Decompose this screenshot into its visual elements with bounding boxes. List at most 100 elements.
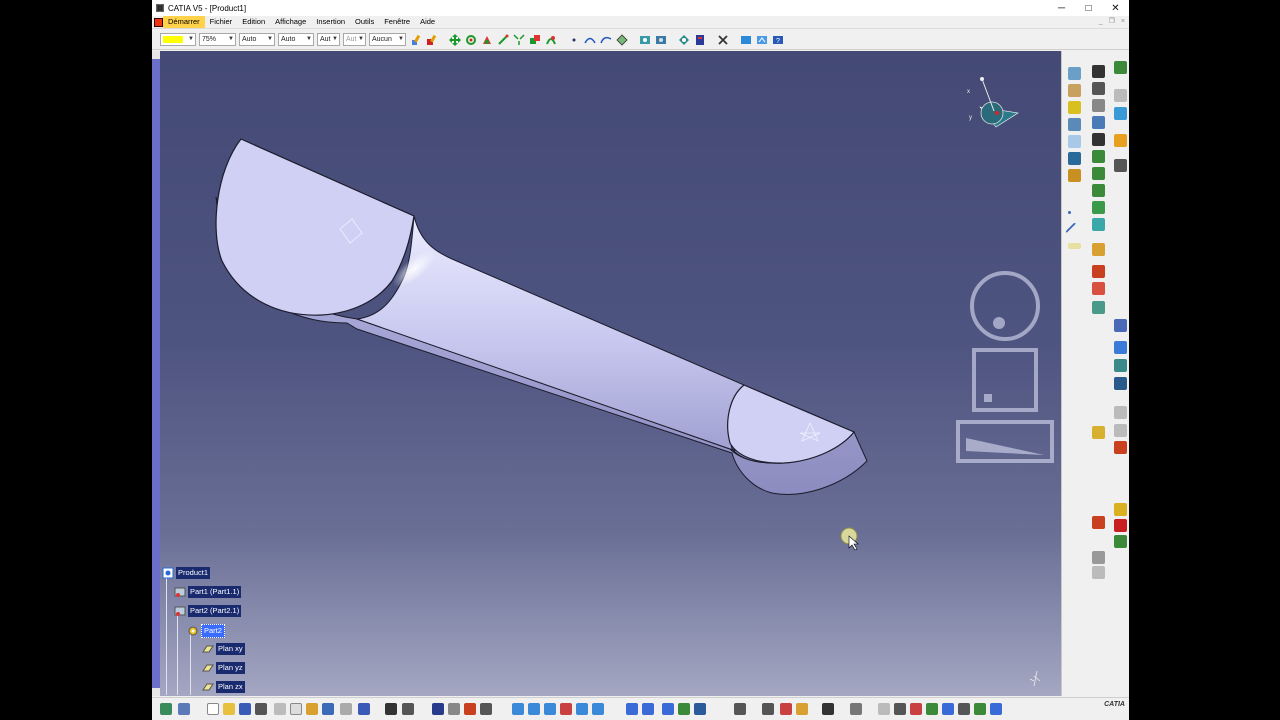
- close-button[interactable]: ✕: [1102, 0, 1129, 16]
- fit-all-icon[interactable]: [528, 703, 540, 715]
- save-icon[interactable]: [239, 703, 251, 715]
- menu-affichage[interactable]: Affichage: [270, 16, 311, 28]
- tree-node-plan-xy[interactable]: Plan xy: [202, 643, 245, 655]
- camera-icon[interactable]: [822, 703, 834, 715]
- thickness-icon[interactable]: [1092, 167, 1105, 180]
- graph-icon[interactable]: [755, 33, 769, 47]
- thickness-select[interactable]: Auto ▼: [278, 33, 314, 46]
- profile-icon[interactable]: [1092, 82, 1105, 95]
- groove-icon[interactable]: [1068, 118, 1081, 131]
- transparency-select[interactable]: 75% ▼: [199, 33, 236, 46]
- product-icon[interactable]: [178, 703, 190, 715]
- pad-icon[interactable]: [1068, 67, 1081, 80]
- analysis-icon[interactable]: [1114, 159, 1127, 172]
- tree-node-plan-yz[interactable]: Plan yz: [202, 662, 245, 674]
- snap-icon[interactable]: [926, 703, 938, 715]
- properties-icon[interactable]: [850, 703, 862, 715]
- translation-icon[interactable]: [1092, 243, 1105, 256]
- axis-system-icon[interactable]: [1114, 89, 1127, 102]
- analysis-icon[interactable]: [780, 703, 792, 715]
- mdi-restore-button[interactable]: ❐: [1109, 16, 1115, 28]
- curve-icon[interactable]: [599, 33, 613, 47]
- linetype-select[interactable]: Auto ▼: [239, 33, 275, 46]
- paste-icon[interactable]: [306, 703, 318, 715]
- shell-icon[interactable]: [1092, 150, 1105, 163]
- menu-outils[interactable]: Outils: [350, 16, 379, 28]
- copy-icon[interactable]: [290, 703, 302, 715]
- clash-icon[interactable]: [528, 33, 542, 47]
- workbench-icon[interactable]: [160, 703, 172, 715]
- tree-node-part2[interactable]: Part2: [187, 624, 225, 638]
- grid-icon[interactable]: [910, 703, 922, 715]
- edge-fillet-icon[interactable]: [1092, 99, 1105, 112]
- iso-view-icon[interactable]: [642, 703, 654, 715]
- menu-aide[interactable]: Aide: [415, 16, 440, 28]
- zoom-in-icon[interactable]: [576, 703, 588, 715]
- rotation-icon[interactable]: [1092, 265, 1105, 278]
- maximize-button[interactable]: □: [1075, 0, 1102, 16]
- measure-icon[interactable]: [693, 33, 707, 47]
- plane-icon[interactable]: [1068, 243, 1081, 249]
- 3d-viewport[interactable]: x y Product1 Part1 (Part1.1) Part2 (Part…: [152, 51, 1061, 696]
- render-icon[interactable]: [1114, 503, 1127, 516]
- tree-node-part1[interactable]: Part1 (Part1.1): [174, 586, 242, 598]
- pocket-icon[interactable]: [1068, 84, 1081, 97]
- material-library-icon[interactable]: [1114, 519, 1127, 532]
- analysis-icon[interactable]: [654, 33, 668, 47]
- explode-icon[interactable]: [512, 33, 526, 47]
- surface-icon[interactable]: [1114, 107, 1127, 120]
- line-icon[interactable]: [1065, 222, 1084, 241]
- mdi-close-button[interactable]: ×: [1121, 16, 1125, 28]
- rotate-view-icon[interactable]: [560, 703, 572, 715]
- tree-node-product1[interactable]: Product1: [162, 567, 211, 579]
- boolean-icon[interactable]: [1092, 516, 1105, 529]
- add-icon[interactable]: [1092, 566, 1105, 579]
- comment-icon[interactable]: [402, 703, 414, 715]
- catalog-icon[interactable]: [1114, 319, 1127, 332]
- open-file-icon[interactable]: [223, 703, 235, 715]
- symmetry-icon[interactable]: [1092, 282, 1105, 295]
- assemble-icon[interactable]: [1092, 551, 1105, 564]
- view-icon[interactable]: [677, 33, 691, 47]
- sketch-icon[interactable]: [1092, 65, 1105, 78]
- grid-icon[interactable]: [1114, 341, 1127, 354]
- layer-select[interactable]: Aucun ▼: [369, 33, 406, 46]
- snap-icon[interactable]: [480, 33, 494, 47]
- fly-mode-icon[interactable]: [512, 703, 524, 715]
- painter-icon[interactable]: [425, 33, 439, 47]
- shading-icon[interactable]: [662, 703, 674, 715]
- constraint-icon[interactable]: [638, 33, 652, 47]
- measure-icon[interactable]: [796, 703, 808, 715]
- new-file-icon[interactable]: [207, 703, 219, 715]
- pan-icon[interactable]: [544, 703, 556, 715]
- environment-icon[interactable]: [1114, 535, 1127, 548]
- chamfer-icon[interactable]: [1092, 116, 1105, 129]
- hide-show-icon[interactable]: [678, 703, 690, 715]
- minimize-button[interactable]: ─: [1048, 0, 1075, 16]
- shaft-icon[interactable]: [1068, 101, 1081, 114]
- quick-view-icon[interactable]: [762, 703, 774, 715]
- axis-icon[interactable]: [894, 703, 906, 715]
- menu-fichier[interactable]: Fichier: [205, 16, 238, 28]
- undo-icon[interactable]: [322, 703, 334, 715]
- constraint-icon[interactable]: [1114, 61, 1127, 74]
- whats-this-icon[interactable]: [358, 703, 370, 715]
- scroll-up-button[interactable]: [152, 51, 160, 59]
- fill-icon[interactable]: [615, 33, 629, 47]
- scaling-icon[interactable]: [1092, 426, 1105, 439]
- formula-icon[interactable]: [385, 703, 397, 715]
- rotate-icon[interactable]: [464, 33, 478, 47]
- knowledge-icon[interactable]: [1114, 424, 1127, 437]
- apply-material-icon[interactable]: [1114, 441, 1127, 454]
- graph-icon[interactable]: [464, 703, 476, 715]
- normal-view-icon[interactable]: [626, 703, 638, 715]
- print-icon[interactable]: [255, 703, 267, 715]
- manipulate-icon[interactable]: [496, 33, 510, 47]
- replace-face-icon[interactable]: [1092, 218, 1105, 231]
- point-icon[interactable]: [567, 33, 581, 47]
- link-icon[interactable]: [448, 703, 460, 715]
- compass-icon[interactable]: [942, 703, 954, 715]
- light-icon[interactable]: [974, 703, 986, 715]
- slot-icon[interactable]: [1068, 169, 1081, 182]
- color-select[interactable]: ▼: [160, 33, 196, 46]
